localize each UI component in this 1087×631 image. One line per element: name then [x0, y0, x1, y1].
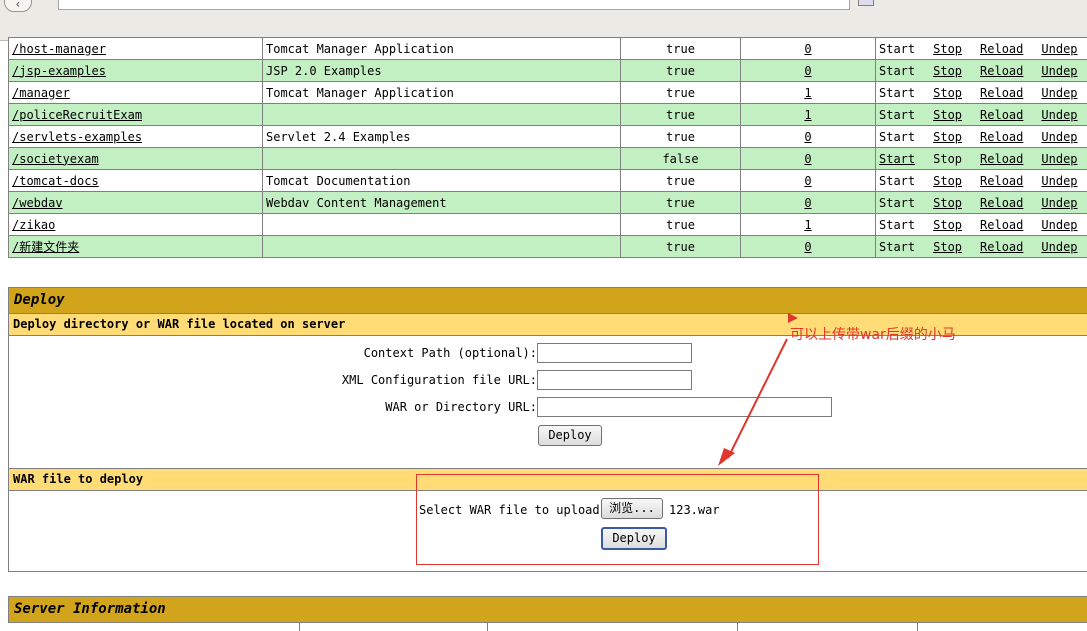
annotation-text: 可以上传带war后缀的小马	[790, 327, 956, 343]
annotation-arrow-icon	[718, 313, 798, 466]
